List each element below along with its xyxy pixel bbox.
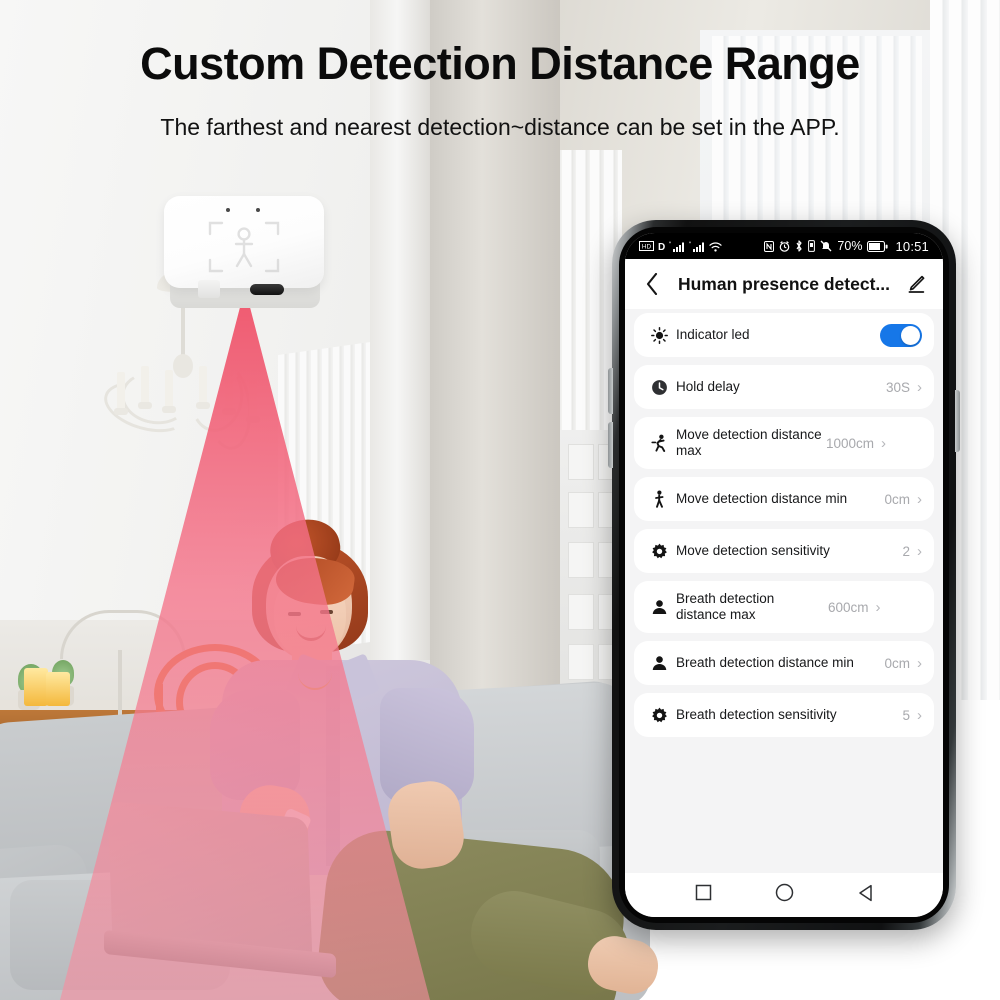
setting-label: Breath detection distance max [676,590,775,622]
back-button[interactable] [639,271,665,297]
sim-icon [808,240,816,252]
settings-list: Indicator led Hold delay 30S › Move dete… [625,309,943,873]
setting-row-breath-distance-min[interactable]: Breath detection distance min 0cm › [634,641,934,685]
battery-percent-label: 70% [837,239,863,253]
running-person-icon [646,434,672,452]
setting-row-breath-distance-max[interactable]: Breath detection distance max 600cm › [634,581,934,633]
person-bust-icon [646,599,672,616]
setting-label: Move detection distance min [676,490,848,506]
brightness-sun-icon [646,326,672,344]
svg-text:HD: HD [642,244,652,251]
setting-row-move-distance-max[interactable]: Move detection distance max 1000cm › [634,417,934,469]
indicator-led-toggle[interactable] [880,323,922,347]
svg-text:“: “ [669,242,671,248]
setting-value: 600cm [828,599,869,615]
phone-screen: HD D “ “ 70% 10:51 Human presence detect… [625,233,943,917]
clock-icon [646,379,672,396]
battery-icon [867,240,889,252]
setting-label: Indicator led [676,326,750,342]
svg-text:“: “ [689,242,691,248]
setting-value: 5 [902,707,910,723]
setting-value: 30S [885,379,910,395]
person-bust-icon [646,655,672,672]
smartphone-mockup: HD D “ “ 70% 10:51 Human presence detect… [608,220,960,930]
bluetooth-icon [796,240,803,252]
nfc-icon [764,240,775,252]
chevron-right-icon: › [875,598,881,616]
chevron-right-icon: › [917,378,922,396]
setting-label: Breath detection sensitivity [676,706,837,722]
walking-person-icon [646,490,672,508]
chevron-right-icon: › [917,542,922,560]
svg-text:D: D [658,242,665,251]
setting-row-move-distance-min[interactable]: Move detection distance min 0cm › [634,477,934,521]
hd-voice-icon: HD [639,241,654,251]
setting-row-breath-sensitivity[interactable]: Breath detection sensitivity 5 › [634,693,934,737]
vibrate-off-icon [820,240,832,252]
setting-label: Move detection sensitivity [676,542,830,558]
setting-label: Move detection distance max [676,426,822,458]
setting-value: 1000cm [826,435,875,451]
chevron-left-icon [646,273,657,295]
setting-label: Hold delay [676,378,740,394]
setting-row-hold-delay[interactable]: Hold delay 30S › [634,365,934,409]
data-d-icon: D [658,242,665,251]
setting-row-move-sensitivity[interactable]: Move detection sensitivity 2 › [634,529,934,573]
volume-up-button[interactable] [608,368,613,414]
chevron-right-icon: › [917,490,922,508]
setting-value: 0cm [884,491,910,507]
power-button[interactable] [955,390,960,452]
android-nav-bar [625,873,943,917]
gear-icon [646,707,672,724]
screenshot-root: Custom Detection Distance Range The fart… [0,0,1000,1000]
edit-button[interactable] [903,271,929,297]
setting-row-indicator-led[interactable]: Indicator led [634,313,934,357]
status-time: 10:51 [895,238,929,254]
wifi-icon [709,241,722,252]
chevron-right-icon: › [917,654,922,672]
signal-bars-1-icon: “ [669,242,684,252]
setting-value: 0cm [884,655,910,671]
chevron-right-icon: › [917,706,922,724]
presence-sensor-device [164,196,324,314]
app-bar-title: Human presence detect... [677,273,891,294]
triangle-back-icon[interactable] [857,884,874,907]
setting-label: Breath detection distance min [676,654,854,670]
page-subtitle: The farthest and nearest detection~dista… [160,114,840,140]
person-detect-frame-icon [208,221,280,273]
setting-value: 2 [902,543,910,559]
app-bar: Human presence detect... [625,259,943,309]
circle-home-icon[interactable] [775,883,794,907]
pencil-edit-icon [908,275,925,293]
volume-down-button[interactable] [608,422,613,468]
chevron-right-icon: › [881,434,887,452]
signal-bars-2-icon: “ [689,242,704,252]
status-bar: HD D “ “ 70% 10:51 [625,233,943,259]
gear-icon [646,543,672,560]
square-recents-icon[interactable] [695,884,712,906]
page-title: Custom Detection Distance Range [140,38,860,89]
alarm-icon [780,240,790,252]
